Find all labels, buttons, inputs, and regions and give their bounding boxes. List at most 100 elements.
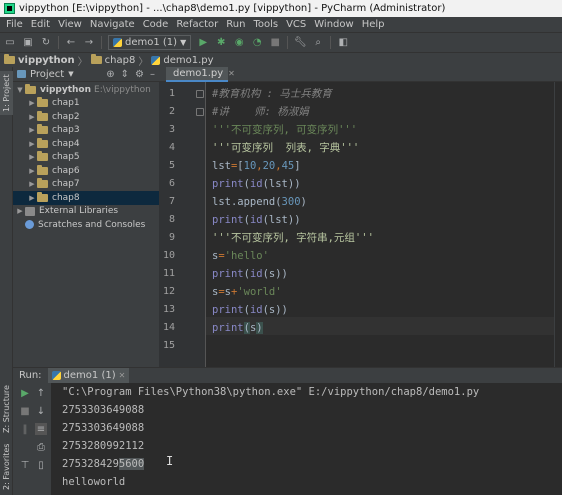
- line-number: 15: [162, 340, 175, 351]
- tree-folder-chap2[interactable]: ▶ chap2: [13, 110, 159, 124]
- debug-icon[interactable]: ✱: [215, 37, 227, 49]
- menu-view[interactable]: View: [54, 19, 86, 30]
- expand-arrow-icon[interactable]: ▶: [15, 207, 25, 215]
- scroll-down-icon[interactable]: ↓: [35, 405, 47, 417]
- structure-tool-tab[interactable]: Z: Structure: [0, 383, 13, 435]
- tree-root[interactable]: ▼ vippython E:\vippython: [13, 83, 159, 97]
- run-icon[interactable]: ▶: [197, 37, 209, 49]
- tree-folder-chap6[interactable]: ▶ chap6: [13, 164, 159, 178]
- tree-folder-chap1[interactable]: ▶ chap1: [13, 97, 159, 111]
- rerun-icon[interactable]: ▶: [19, 387, 31, 399]
- menu-run[interactable]: Run: [222, 19, 249, 30]
- menu-window[interactable]: Window: [310, 19, 357, 30]
- code-line[interactable]: lst.append(300): [212, 193, 307, 211]
- expand-arrow-icon[interactable]: ▶: [27, 153, 37, 161]
- locate-target-icon[interactable]: ⊕: [106, 69, 114, 80]
- menu-edit[interactable]: Edit: [27, 19, 54, 30]
- scroll-up-icon[interactable]: ↑: [35, 387, 47, 399]
- back-arrow-icon[interactable]: ←: [65, 37, 77, 49]
- expand-arrow-icon[interactable]: ▶: [27, 140, 37, 148]
- code-line[interactable]: s='hello': [212, 247, 269, 265]
- code-line[interactable]: print(id(s)): [212, 301, 288, 319]
- expand-arrow-icon[interactable]: ▶: [27, 99, 37, 107]
- code-token: lst: [212, 160, 231, 172]
- expand-arrow-icon[interactable]: ▶: [27, 180, 37, 188]
- breadcrumb-root[interactable]: vippython: [18, 55, 75, 66]
- search-icon[interactable]: ⌕: [312, 37, 324, 49]
- fold-marker-icon[interactable]: [196, 108, 204, 116]
- tree-folder-chap7[interactable]: ▶ chap7: [13, 178, 159, 192]
- toolbar-divider: [287, 36, 289, 49]
- stop-icon[interactable]: ■: [19, 405, 31, 417]
- project-tool-tab[interactable]: 1: Project: [0, 71, 13, 115]
- code-line[interactable]: #讲 师: 杨淑娟: [212, 103, 309, 121]
- gear-icon[interactable]: ⚙: [135, 69, 144, 80]
- tree-folder-chap4[interactable]: ▶ chap4: [13, 137, 159, 151]
- save-all-icon[interactable]: ▣: [22, 37, 34, 49]
- menu-navigate[interactable]: Navigate: [86, 19, 139, 30]
- close-icon[interactable]: ✕: [119, 371, 126, 380]
- code-line[interactable]: print(id(lst)): [212, 211, 301, 229]
- code-line[interactable]: lst=[10,20,45]: [212, 157, 301, 175]
- expand-arrow-icon[interactable]: ▶: [27, 126, 37, 134]
- soft-wrap-icon[interactable]: ≡: [35, 423, 47, 435]
- collapse-all-icon[interactable]: ⇕: [121, 69, 129, 80]
- chevron-down-icon[interactable]: ▼: [68, 70, 73, 78]
- code-line[interactable]: '''不可变序列, 可变序列''': [212, 121, 357, 139]
- favorites-tool-tab[interactable]: 2: Favorites: [0, 443, 13, 491]
- code-token: lst.append(: [212, 196, 282, 208]
- close-icon[interactable]: ✕: [228, 69, 235, 78]
- pin-icon[interactable]: ⊤: [19, 459, 31, 471]
- code-editor[interactable]: 1 2 3 4 5 6 7 8 9 10 11 12 13 14 15 #教育机构 : 马士兵教育 #讲 师:…: [159, 82, 562, 367]
- pause-icon[interactable]: ‖: [19, 423, 31, 435]
- menu-help[interactable]: Help: [358, 19, 389, 30]
- project-view-select[interactable]: Project: [30, 69, 64, 80]
- editor-tab-demo1[interactable]: demo1.py ✕: [166, 67, 235, 82]
- menu-code[interactable]: Code: [139, 19, 173, 30]
- menu-tools[interactable]: Tools: [249, 19, 282, 30]
- project-panel-actions: ⊕ ⇕ ⚙ –: [106, 69, 159, 80]
- run-with-coverage-icon[interactable]: ◉: [233, 37, 245, 49]
- line-number: 10: [162, 250, 175, 261]
- code-line[interactable]: #教育机构 : 马士兵教育: [212, 85, 332, 103]
- console-output[interactable]: "C:\Program Files\Python38\python.exe" E…: [62, 383, 479, 491]
- editor-tab-label: demo1.py: [173, 68, 224, 79]
- wrench-settings-icon[interactable]: 🔧︎: [294, 37, 307, 49]
- python-file-icon: [151, 55, 161, 65]
- code-line[interactable]: print(s): [212, 319, 263, 337]
- sync-icon[interactable]: ↻: [40, 37, 52, 49]
- menu-refactor[interactable]: Refactor: [172, 19, 222, 30]
- open-folder-icon[interactable]: ▭: [4, 37, 16, 49]
- hide-icon[interactable]: –: [150, 69, 155, 80]
- breadcrumb-file[interactable]: demo1.py: [163, 55, 213, 66]
- project-panel-header: Project ▼ ⊕ ⇕ ⚙ –: [13, 67, 159, 82]
- tree-folder-chap8[interactable]: ▶ chap8: [13, 191, 159, 205]
- trash-icon[interactable]: ▯: [35, 459, 47, 471]
- tree-external-libraries[interactable]: ▶ External Libraries: [13, 205, 159, 219]
- expand-arrow-icon[interactable]: ▶: [27, 113, 37, 121]
- menu-vcs[interactable]: VCS: [282, 19, 310, 30]
- expand-arrow-icon[interactable]: ▼: [15, 86, 25, 94]
- fold-marker-icon[interactable]: [196, 90, 204, 98]
- run-tab-demo1[interactable]: demo1 (1) ✕: [47, 368, 130, 383]
- expand-arrow-icon[interactable]: ▶: [27, 167, 37, 175]
- tree-folder-chap5[interactable]: ▶ chap5: [13, 151, 159, 165]
- profile-icon[interactable]: ◔: [251, 37, 263, 49]
- code-line[interactable]: '''可变序列 列表, 字典''': [212, 139, 359, 157]
- menu-file[interactable]: File: [2, 19, 27, 30]
- code-line[interactable]: '''不可变序列, 字符串,元组''': [212, 229, 374, 247]
- code-line[interactable]: print(id(s)): [212, 265, 288, 283]
- forward-arrow-icon[interactable]: →: [83, 37, 95, 49]
- expand-arrow-icon[interactable]: ▶: [27, 194, 37, 202]
- code-line[interactable]: print(id(lst)): [212, 175, 301, 193]
- stop-icon[interactable]: ■: [269, 37, 281, 49]
- print-icon[interactable]: ⎙: [35, 441, 47, 453]
- tree-scratches[interactable]: Scratches and Consoles: [13, 218, 159, 232]
- code-line[interactable]: s=s+'world': [212, 283, 282, 301]
- editor-scroll-strip[interactable]: [554, 82, 562, 367]
- line-number: 8: [168, 214, 175, 225]
- tree-folder-chap3[interactable]: ▶ chap3: [13, 124, 159, 138]
- presentation-icon[interactable]: ◧: [337, 37, 349, 49]
- breadcrumb-folder[interactable]: chap8: [105, 55, 136, 66]
- run-configuration-select[interactable]: demo1 (1) ▼: [108, 35, 192, 50]
